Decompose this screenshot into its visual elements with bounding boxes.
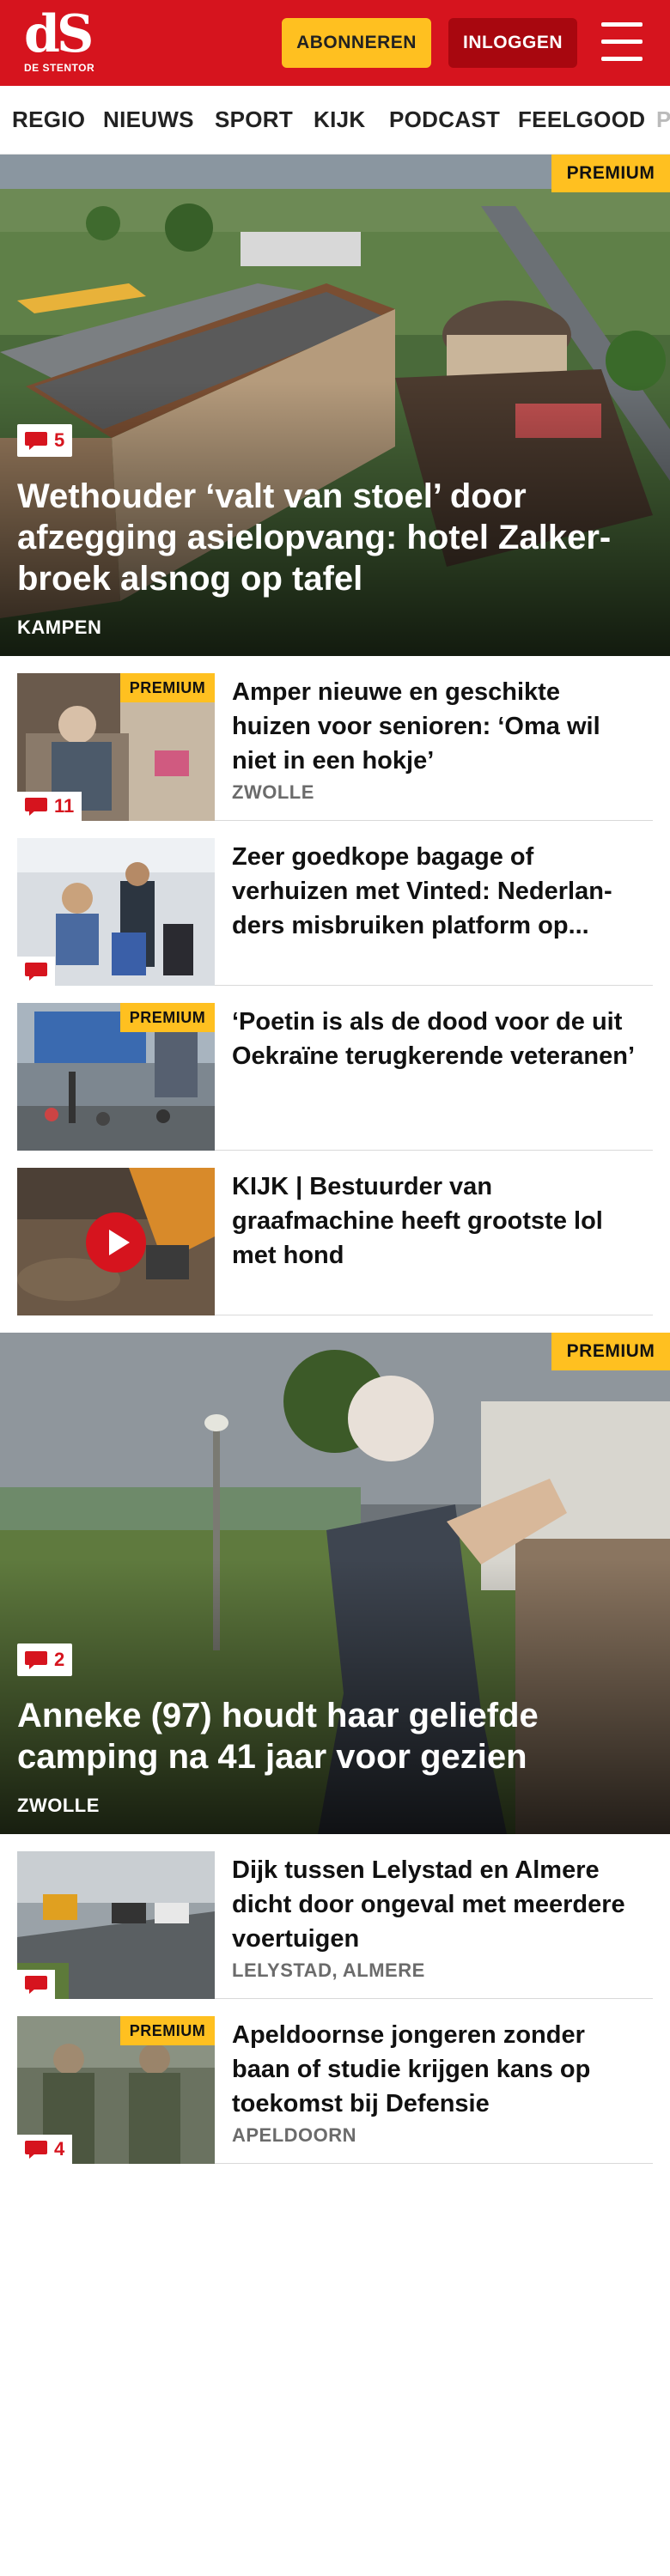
nav-item-nieuws[interactable]: NIEUWS [103,106,194,133]
list-item[interactable]: PREMIUM ‘Poetin is als de dood voor de u… [17,986,653,1151]
premium-badge: PREMIUM [120,2016,215,2045]
comment-count-badge: 11 [17,792,82,821]
list-item[interactable]: PREMIUM 11 Amper nieuwe en geschikte hui… [17,656,653,821]
hero-article-hotel[interactable]: PREMIUM 5 Wethouder ‘valt van stoel’ doo… [0,155,670,656]
article-title[interactable]: Dijk tussen Lelystad en Almere dicht doo… [232,1853,636,1956]
comment-count: 11 [54,795,75,817]
logo-mark: dS [24,4,94,64]
comment-icon [25,798,47,816]
comment-icon [25,963,47,981]
hero-location-tag: ZWOLLE [17,1795,100,1816]
article-thumbnail [17,1851,215,1999]
article-thumbnail [17,1168,215,1315]
article-title[interactable]: Zeer goedkope bagage of verhuizen met Vi… [232,840,636,943]
list-item[interactable]: PREMIUM 4 Apeldoornse jongeren zonder ba… [17,1999,653,2164]
premium-badge: PREMIUM [551,1333,670,1370]
site-header: dS DE STENTOR ABONNEREN INLOGGEN [0,0,670,86]
comment-count-badge [17,1970,55,1999]
nav-item-feelgood[interactable]: FEELGOOD [518,106,645,133]
comment-count: 5 [54,429,65,451]
nav-item-sport[interactable]: SPORT [215,106,293,133]
nav-item-kijk[interactable]: KIJK [314,106,365,133]
comment-count-badge: 4 [17,2135,73,2164]
comment-count-badge: 2 [17,1643,73,1676]
premium-badge: PREMIUM [120,673,215,702]
hero-title[interactable]: Anneke (97) houdt haar geliefde camping … [17,1695,653,1777]
comment-icon [25,2141,47,2159]
article-title[interactable]: Apeldoornse jongeren zonder baan of stud… [232,2018,636,2121]
article-title[interactable]: ‘Poetin is als de dood voor de uit Oekra… [232,1005,636,1073]
article-thumbnail [17,838,215,986]
article-location-tag: ZWOLLE [232,781,314,803]
hero-article-camping[interactable]: PREMIUM 2 Anneke (97) houdt haar geliefd… [0,1333,670,1834]
premium-badge: PREMIUM [551,155,670,192]
video-play-icon[interactable] [86,1212,146,1273]
subscribe-button[interactable]: ABONNEREN [282,18,431,68]
article-location-tag: APELDOORN [232,2124,357,2146]
hamburger-menu-icon[interactable] [600,21,644,64]
nav-item-podcast[interactable]: PODCAST [389,106,500,133]
hero-title[interactable]: Wethouder ‘valt van stoel’ door afzeggin… [17,476,653,599]
nav-item-regio[interactable]: REGIO [12,106,85,133]
comment-icon [25,1651,47,1669]
nav-item-more[interactable]: P [656,106,670,133]
comment-count: 2 [54,1649,65,1670]
article-thumbnail: PREMIUM 11 [17,673,215,821]
comment-count-badge: 5 [17,424,73,457]
hero-location-tag: KAMPEN [17,617,102,638]
article-thumbnail: PREMIUM [17,1003,215,1151]
article-title[interactable]: Amper nieuwe en geschikte huizen voor se… [232,675,636,778]
comment-count: 4 [54,2138,65,2160]
comment-icon [25,1976,47,1994]
comment-icon [25,432,47,450]
section-nav: REGIO NIEUWS SPORT KIJK PODCAST FEELGOOD… [0,86,670,155]
comment-count-badge [17,957,55,986]
list-item[interactable]: KIJK | Bestuurder van graafmachine heeft… [17,1151,653,1315]
login-button[interactable]: INLOGGEN [448,18,577,68]
list-item[interactable]: Zeer goedkope bagage of verhuizen met Vi… [17,821,653,986]
premium-badge: PREMIUM [120,1003,215,1032]
list-item[interactable]: Dijk tussen Lelystad en Almere dicht doo… [17,1834,653,1999]
article-thumbnail: PREMIUM 4 [17,2016,215,2164]
article-location-tag: LELYSTAD, ALMERE [232,1959,425,1981]
logo-subtitle: DE STENTOR [24,62,95,74]
site-logo[interactable]: dS DE STENTOR [24,9,101,77]
article-title[interactable]: KIJK | Bestuurder van graafmachine heeft… [232,1170,636,1273]
